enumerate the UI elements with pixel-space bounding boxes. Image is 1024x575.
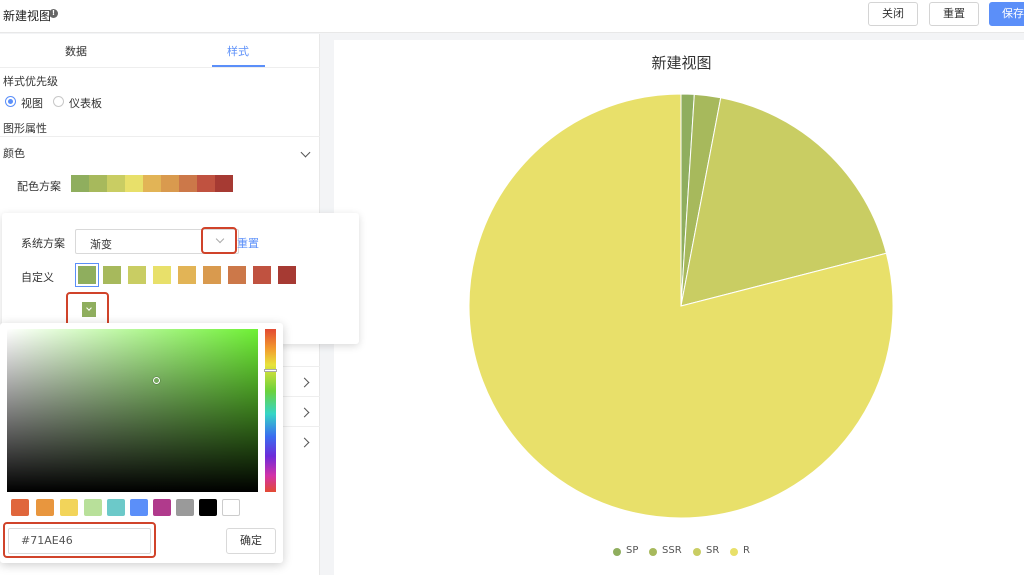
custom-label: 自定义 — [21, 271, 54, 284]
legend-dot-r — [730, 548, 738, 556]
scheme-swatch — [107, 175, 125, 192]
hue-slider-thumb[interactable] — [264, 369, 277, 372]
close-button[interactable]: 关闭 — [868, 2, 918, 26]
custom-swatch[interactable] — [228, 266, 246, 284]
chevron-right-icon[interactable] — [299, 407, 310, 418]
chevron-down-icon[interactable] — [300, 147, 311, 158]
legend-dot-sp — [613, 548, 621, 556]
custom-swatch[interactable] — [103, 266, 121, 284]
legend-label-ssr[interactable]: SSR — [662, 545, 682, 556]
custom-swatch[interactable] — [278, 266, 296, 284]
reset-link[interactable]: 重置 — [237, 235, 259, 251]
preset-swatch[interactable] — [11, 499, 29, 516]
system-scheme-label: 系统方案 — [21, 237, 65, 250]
scheme-swatch — [161, 175, 179, 192]
legend-label-sp[interactable]: SP — [626, 545, 638, 556]
preset-swatch[interactable] — [60, 499, 78, 516]
custom-swatch[interactable] — [178, 266, 196, 284]
preset-swatch[interactable] — [36, 499, 54, 516]
legend-label-r[interactable]: R — [743, 545, 750, 556]
custom-swatch[interactable] — [153, 266, 171, 284]
scheme-swatch — [71, 175, 89, 192]
legend-dot-ssr — [649, 548, 657, 556]
hue-slider[interactable] — [265, 329, 276, 492]
save-button[interactable]: 保存 — [989, 2, 1024, 26]
highlight-box — [201, 227, 237, 254]
scheme-swatch — [125, 175, 143, 192]
radio-view[interactable] — [5, 96, 16, 107]
preset-swatch[interactable] — [153, 499, 171, 516]
radio-dashboard[interactable] — [53, 96, 64, 107]
pie-chart — [468, 93, 894, 519]
scheme-swatch — [179, 175, 197, 192]
chart-area: 新建视图 SP SSR SR R — [334, 40, 1024, 575]
section-divider — [0, 136, 320, 137]
system-scheme-value: 渐变 — [90, 238, 112, 251]
color-picker: #71AE46 确定 — [0, 323, 283, 563]
preset-swatch[interactable] — [84, 499, 102, 516]
preset-swatch[interactable] — [107, 499, 125, 516]
preset-swatch[interactable] — [199, 499, 217, 516]
chevron-right-icon[interactable] — [299, 437, 310, 448]
scheme-swatch — [197, 175, 215, 192]
color-section-label[interactable]: 颜色 — [3, 145, 25, 161]
shape-props-label: 图形属性 — [3, 122, 47, 135]
color-scheme-label: 配色方案 — [17, 180, 61, 193]
chevron-right-icon[interactable] — [299, 377, 310, 388]
scheme-swatch — [143, 175, 161, 192]
radio-dashboard-label[interactable]: 仪表板 — [69, 95, 102, 111]
confirm-button[interactable]: 确定 — [226, 528, 276, 554]
legend-label-sr[interactable]: SR — [706, 545, 719, 556]
custom-swatch[interactable] — [253, 266, 271, 284]
preset-swatch[interactable] — [222, 499, 240, 516]
preset-swatch[interactable] — [130, 499, 148, 516]
top-bar: 新建视图 ! 关闭 重置 保存 — [0, 0, 1024, 33]
scheme-swatch — [215, 175, 233, 192]
reset-button[interactable]: 重置 — [929, 2, 979, 26]
saturation-value-area[interactable] — [7, 329, 258, 492]
preset-swatch[interactable] — [176, 499, 194, 516]
tab-data[interactable]: 数据 — [65, 43, 87, 59]
info-icon[interactable]: ! — [49, 9, 58, 18]
custom-swatch[interactable] — [75, 263, 99, 287]
scheme-swatch — [89, 175, 107, 192]
tab-divider — [0, 67, 320, 68]
custom-swatch[interactable] — [203, 266, 221, 284]
tab-style[interactable]: 样式 — [227, 43, 249, 59]
page-title: 新建视图 — [3, 9, 52, 23]
radio-view-label[interactable]: 视图 — [21, 95, 43, 111]
color-scheme-strip[interactable] — [71, 175, 233, 192]
custom-swatch[interactable] — [128, 266, 146, 284]
highlight-box — [3, 522, 156, 558]
style-priority-label: 样式优先级 — [3, 75, 58, 88]
color-cursor[interactable] — [153, 377, 160, 384]
legend-dot-sr — [693, 548, 701, 556]
